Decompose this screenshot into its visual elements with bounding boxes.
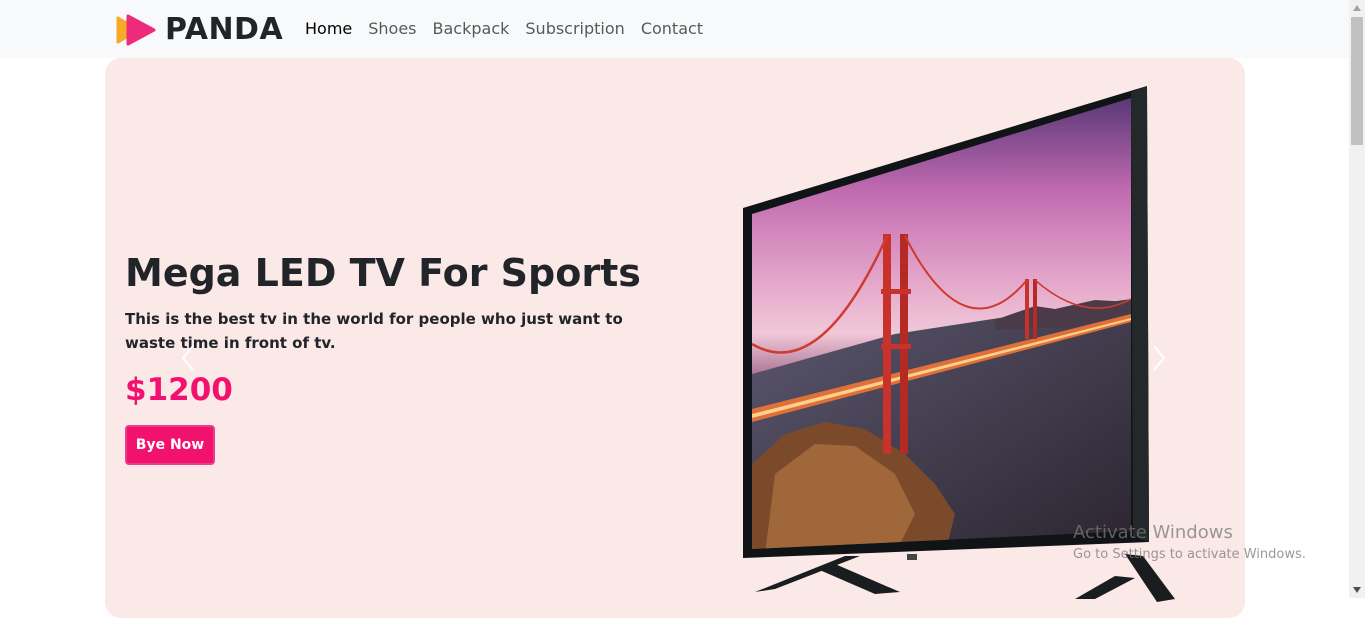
brand-link[interactable]: PANDA [116,12,283,48]
watermark-subtitle: Go to Settings to activate Windows. [1073,547,1306,562]
chevron-right-icon[interactable] [1148,340,1170,376]
chevron-left-icon[interactable] [177,340,199,376]
buy-now-button[interactable]: Bye Now [125,425,215,465]
navbar: PANDA Home Shoes Backpack Subscription C… [0,0,1349,58]
panda-logo-icon [116,14,156,46]
scroll-up-arrow-icon[interactable] [1349,0,1365,16]
scroll-thumb[interactable] [1351,17,1363,145]
watermark-title: Activate Windows [1073,522,1233,543]
hero-title: Mega LED TV For Sports [125,251,641,295]
activate-windows-watermark: Activate Windows Go to Settings to activ… [1073,522,1306,564]
hero-description: This is the best tv in the world for peo… [125,310,623,352]
nav-link-shoes[interactable]: Shoes [360,17,424,41]
nav-link-home[interactable]: Home [297,17,360,41]
brand-name: PANDA [165,12,284,47]
nav-link-contact[interactable]: Contact [633,17,711,41]
nav-link-subscription[interactable]: Subscription [517,17,632,41]
scrollbar[interactable] [1349,0,1365,598]
scroll-down-arrow-icon[interactable] [1349,582,1365,598]
nav-link-backpack[interactable]: Backpack [425,17,518,41]
nav-menu: Home Shoes Backpack Subscription Contact [297,17,711,41]
